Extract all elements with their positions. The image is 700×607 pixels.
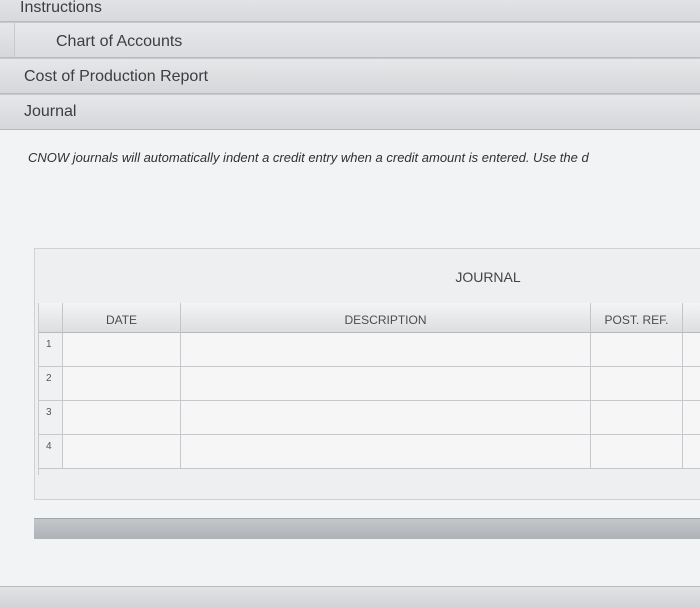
post-ref-cell[interactable] — [591, 367, 683, 401]
instruction-text: CNOW journals will automatically indent … — [28, 150, 589, 165]
post-ref-cell[interactable] — [591, 401, 683, 435]
tab-journal-label: Journal — [24, 103, 77, 120]
next-column-header — [683, 303, 700, 333]
post-ref-cell[interactable] — [591, 435, 683, 469]
row-number: 2 — [39, 367, 63, 401]
debit-cell[interactable] — [683, 401, 700, 435]
post-ref-cell[interactable] — [591, 333, 683, 367]
bottom-bar — [0, 586, 700, 607]
debit-cell[interactable] — [683, 367, 700, 401]
row-number: 4 — [39, 435, 63, 469]
description-cell[interactable] — [181, 401, 591, 435]
date-cell[interactable] — [63, 401, 181, 435]
tab-cost-of-production-report[interactable]: Cost of Production Report — [0, 58, 700, 94]
date-cell[interactable] — [63, 367, 181, 401]
date-cell[interactable] — [63, 333, 181, 367]
journal-title: JOURNAL — [455, 269, 521, 285]
debit-cell[interactable] — [683, 435, 700, 469]
description-column-header: DESCRIPTION — [181, 303, 591, 333]
date-cell[interactable] — [63, 435, 181, 469]
horizontal-scrollbar[interactable] — [34, 518, 700, 539]
journal-table: DATE DESCRIPTION POST. REF. 1 2 3 4 — [38, 303, 700, 475]
tab-cost-report-label: Cost of Production Report — [24, 68, 209, 85]
tab-chart-of-accounts-label: Chart of Accounts — [56, 33, 183, 50]
tab-journal[interactable]: Journal — [0, 94, 700, 130]
post-ref-column-header: POST. REF. — [591, 303, 683, 333]
row-number: 3 — [39, 401, 63, 435]
tab-instructions-label: Instructions — [20, 0, 102, 16]
description-cell[interactable] — [181, 333, 591, 367]
date-column-header: DATE — [63, 303, 181, 333]
debit-cell[interactable] — [683, 333, 700, 367]
description-cell[interactable] — [181, 367, 591, 401]
tab-chart-of-accounts[interactable]: Chart of Accounts — [0, 22, 700, 58]
description-cell[interactable] — [181, 435, 591, 469]
row-number: 1 — [39, 333, 63, 367]
tab-instructions[interactable]: Instructions — [0, 0, 700, 22]
row-number-header — [39, 303, 63, 333]
